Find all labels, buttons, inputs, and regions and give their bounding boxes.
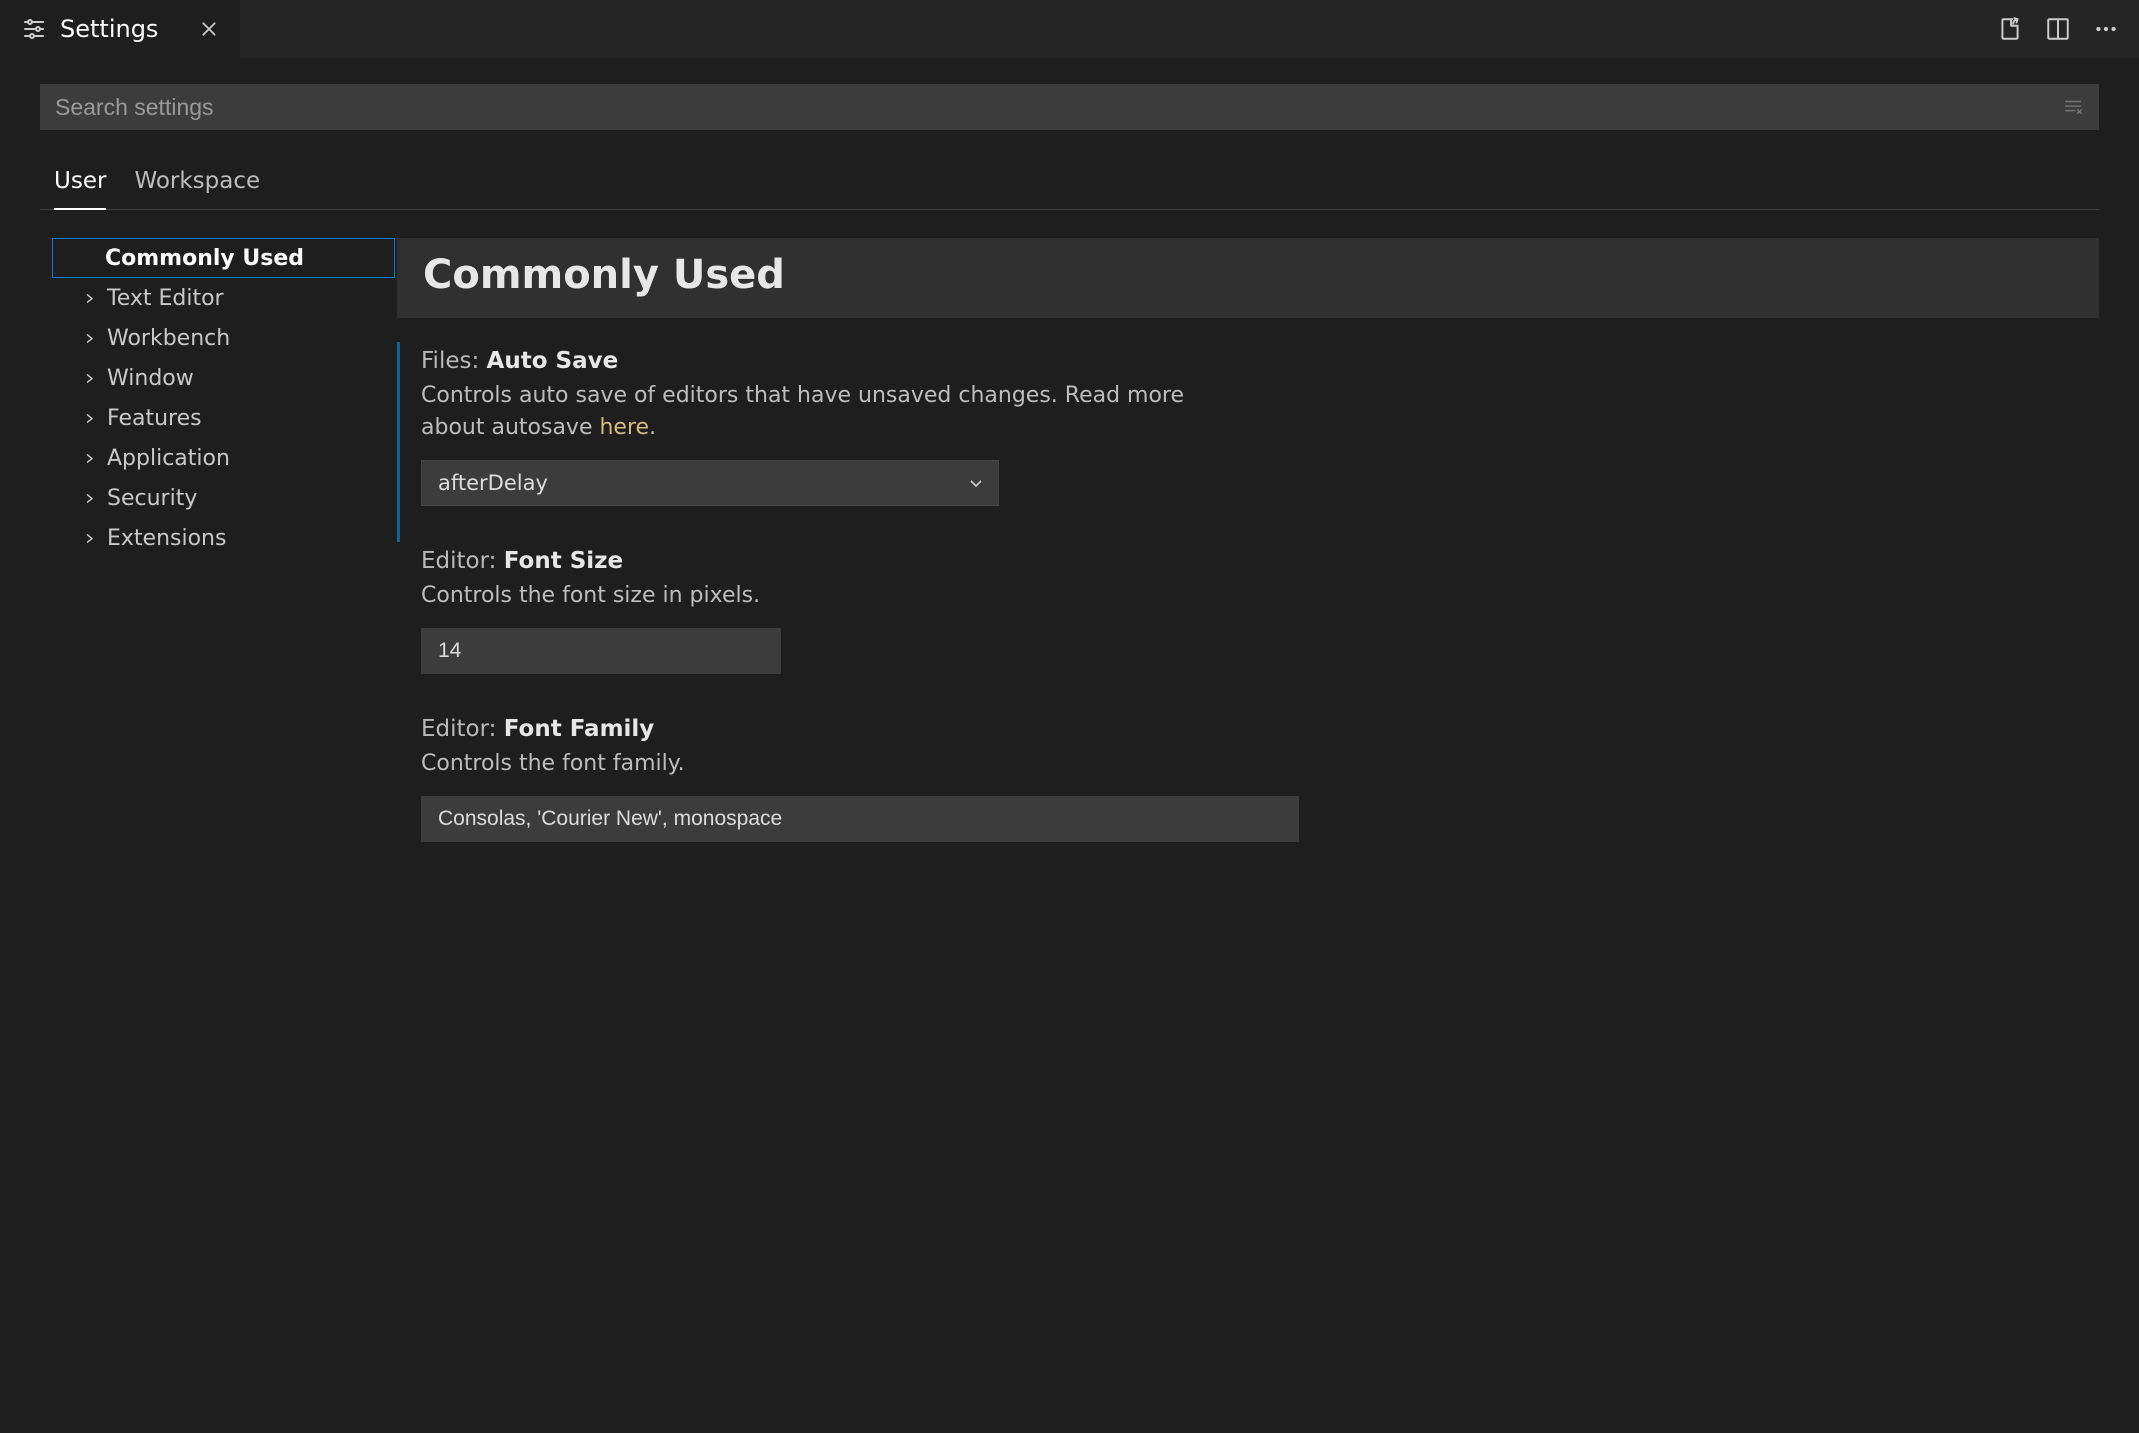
- editor-tabs: Settings: [0, 0, 2139, 58]
- chevron-right-icon: [81, 492, 97, 505]
- chevron-down-icon: [968, 475, 984, 491]
- open-settings-json-icon[interactable]: [1997, 16, 2023, 42]
- settings-group-header: Commonly Used: [397, 238, 2099, 318]
- settings-toc: Commonly Used Text Editor Workbench Wind…: [40, 238, 395, 1427]
- chevron-right-icon: [81, 332, 97, 345]
- toc-item-extensions[interactable]: Extensions: [52, 518, 395, 558]
- toc-item-text-editor[interactable]: Text Editor: [52, 278, 395, 318]
- editor-actions: [1997, 0, 2139, 58]
- toc-item-window[interactable]: Window: [52, 358, 395, 398]
- toc-label: Workbench: [107, 326, 230, 351]
- toc-label: Text Editor: [107, 286, 224, 311]
- toc-label: Window: [107, 366, 194, 391]
- toc-label: Security: [107, 486, 197, 511]
- split-editor-icon[interactable]: [2045, 16, 2071, 42]
- setting-description: Controls auto save of editors that have …: [421, 380, 1241, 444]
- toc-label: Extensions: [107, 526, 226, 551]
- toc-item-workbench[interactable]: Workbench: [52, 318, 395, 358]
- chevron-right-icon: [81, 452, 97, 465]
- toc-label: Features: [107, 406, 202, 431]
- search-input[interactable]: [41, 85, 2058, 129]
- tab-title: Settings: [60, 15, 158, 43]
- toc-label: Commonly Used: [105, 246, 304, 271]
- settings-file-icon: [22, 17, 46, 41]
- toc-item-features[interactable]: Features: [52, 398, 395, 438]
- setting-title: Editor: Font Size: [421, 548, 2075, 574]
- font-family-input[interactable]: [421, 796, 1299, 842]
- toc-item-application[interactable]: Application: [52, 438, 395, 478]
- setting-files-auto-save: Files: Auto Save Controls auto save of e…: [397, 342, 2099, 542]
- settings-list: Commonly Used Files: Auto Save Controls …: [395, 238, 2099, 1427]
- scope-tab-workspace[interactable]: Workspace: [134, 168, 260, 209]
- chevron-right-icon: [81, 292, 97, 305]
- setting-description: Controls the font family.: [421, 748, 1241, 780]
- setting-title: Files: Auto Save: [421, 348, 2075, 374]
- scope-tab-user[interactable]: User: [54, 168, 106, 210]
- auto-save-select[interactable]: afterDelay: [421, 460, 999, 506]
- setting-editor-font-family: Editor: Font Family Controls the font fa…: [397, 710, 2099, 878]
- clear-search-icon[interactable]: [2058, 92, 2088, 122]
- setting-editor-font-size: Editor: Font Size Controls the font size…: [397, 542, 2099, 710]
- tab-settings[interactable]: Settings: [0, 0, 240, 58]
- close-icon[interactable]: [196, 16, 222, 42]
- setting-description: Controls the font size in pixels.: [421, 580, 1241, 612]
- toc-item-commonly-used[interactable]: Commonly Used: [52, 238, 395, 278]
- chevron-right-icon: [81, 412, 97, 425]
- setting-title: Editor: Font Family: [421, 716, 2075, 742]
- autosave-doc-link[interactable]: here: [599, 415, 649, 440]
- font-size-input[interactable]: [421, 628, 781, 674]
- select-value: afterDelay: [438, 471, 548, 495]
- settings-scope-tabs: User Workspace: [40, 168, 2099, 210]
- settings-search[interactable]: [40, 84, 2099, 130]
- toc-item-security[interactable]: Security: [52, 478, 395, 518]
- more-actions-icon[interactable]: [2093, 16, 2119, 42]
- chevron-right-icon: [81, 532, 97, 545]
- toc-label: Application: [107, 446, 230, 471]
- chevron-right-icon: [81, 372, 97, 385]
